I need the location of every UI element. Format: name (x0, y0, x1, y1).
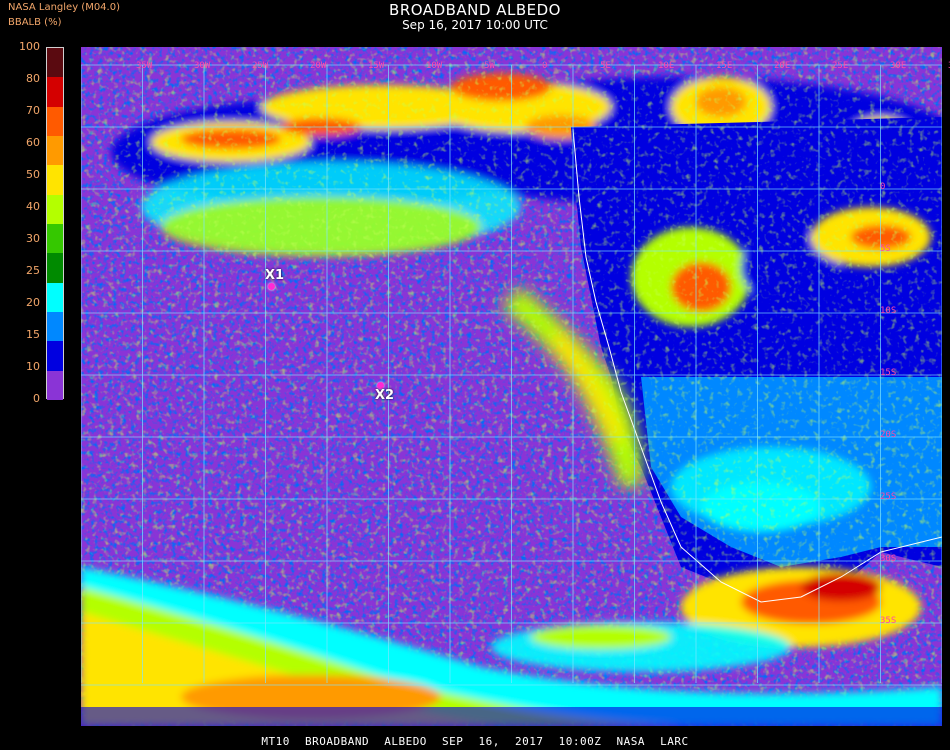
longitude-label: 30E (890, 61, 907, 71)
legend-tick-label: 10 (26, 360, 40, 373)
legend-tick-label: 50 (26, 168, 40, 181)
longitude-label: 10E (658, 61, 675, 71)
albedo-map[interactable] (81, 47, 942, 726)
legend-swatch (47, 224, 63, 254)
longitude-label: 20W (310, 61, 327, 71)
legend-swatch (47, 48, 63, 78)
longitude-label: 5W (484, 61, 495, 71)
legend-tick-label: 60 (26, 136, 40, 149)
longitude-label: 15W (368, 61, 385, 71)
legend-swatch (47, 106, 63, 137)
longitude-label: 15E (716, 61, 733, 71)
legend-tick-label: 25 (26, 264, 40, 277)
latitude-label: 0 (880, 182, 886, 192)
bottom-edge (81, 707, 942, 726)
page-subtitle: Sep 16, 2017 10:00 UTC (402, 18, 548, 32)
marker-x2-label[interactable]: X2 (375, 388, 394, 403)
legend-swatch (47, 312, 63, 342)
latitude-label: 35S (880, 616, 897, 626)
longitude-label: 25E (832, 61, 849, 71)
legend-tick-label: 30 (26, 232, 40, 245)
legend-swatch (47, 165, 63, 196)
legend-tick-label: 100 (19, 40, 40, 53)
legend-swatch (47, 370, 63, 401)
legend-tick-label: 20 (26, 296, 40, 309)
latitude-label: 30S (880, 554, 897, 564)
longitude-label: 25W (252, 61, 269, 71)
latitude-label: 15S (880, 368, 897, 378)
legend-swatch (47, 253, 63, 284)
marker-x1-dot[interactable] (268, 283, 275, 290)
marker-x1-label[interactable]: X1 (265, 268, 284, 283)
legend-swatch (47, 194, 63, 225)
longitude-label: 20E (774, 61, 791, 71)
latitude-label: 25S (880, 492, 897, 502)
legend-tick-label: 40 (26, 200, 40, 213)
latitude-label: 5S (880, 244, 891, 254)
legend-tick-label: 0 (33, 392, 40, 405)
longitude-label: 5E (600, 61, 611, 71)
legend-tick-label: 70 (26, 104, 40, 117)
latitude-label: 10S (880, 306, 897, 316)
albedo-map-canvas (81, 47, 942, 726)
legend-tick-label: 15 (26, 328, 40, 341)
longitude-label: 35W (136, 61, 153, 71)
color-legend (46, 47, 64, 401)
legend-swatch (47, 341, 63, 372)
footer-caption: MT10 BROADBAND ALBEDO SEP 16, 2017 10:00… (261, 735, 689, 748)
longitude-label: 0 (542, 61, 548, 71)
page-title: BROADBAND ALBEDO (389, 1, 561, 19)
legend-swatch (47, 77, 63, 108)
legend-swatch (47, 136, 63, 166)
legend-swatch (47, 282, 63, 313)
longitude-label: 10W (426, 61, 443, 71)
latitude-label: 20S (880, 430, 897, 440)
legend-tick-label: 80 (26, 72, 40, 85)
longitude-label: 30W (194, 61, 211, 71)
